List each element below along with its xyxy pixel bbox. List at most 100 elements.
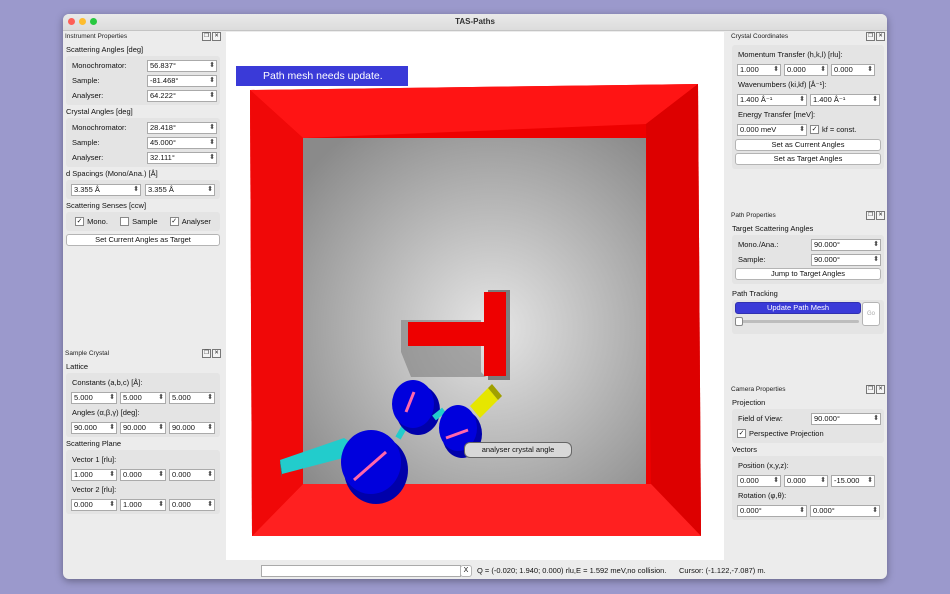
dock-title: Instrument Properties ❐ ✕ [63, 31, 223, 43]
crystal-coords-group: Momentum Transfer (h,k,l) [rlu]: 1.000 0… [732, 45, 884, 169]
float-icon[interactable]: ❐ [202, 349, 211, 358]
mono-label: Monochromator: [72, 61, 127, 70]
perspective-checkbox[interactable]: ✓ Perspective Projection [735, 429, 824, 438]
cam-y-input[interactable]: 0.000 [784, 474, 828, 487]
lattice-c-input[interactable]: 5.000 [169, 391, 215, 404]
sense-sample-label: Sample [132, 217, 158, 226]
float-icon[interactable]: ❐ [202, 32, 211, 41]
status-bar: X Q = (-0.020; 1.940; 0.000) rlu,E = 1.5… [63, 562, 887, 579]
mono-ana-label: Mono./Ana.: [738, 240, 779, 249]
jump-to-target-button[interactable]: Jump to Target Angles [735, 268, 881, 280]
lattice-gamma-input[interactable]: 90.000 [169, 421, 215, 434]
vec1-y-input[interactable]: 0.000 [120, 468, 166, 481]
set-as-current-angles-button[interactable]: Set as Current Angles [735, 139, 881, 151]
close-icon[interactable]: ✕ [876, 385, 885, 394]
lattice-b-input[interactable]: 5.000 [120, 391, 166, 404]
path-slider-handle[interactable] [735, 317, 743, 326]
analyser-angle-input[interactable]: 64.222° [147, 89, 217, 102]
sense-analyser-label: Analyser [181, 217, 211, 226]
float-icon[interactable]: ❐ [866, 32, 875, 41]
kf-const-checkbox[interactable]: ✓ kf = const. [810, 125, 856, 134]
crystal-mono-input[interactable]: 28.418° [147, 121, 217, 134]
cam-x-input[interactable]: 0.000 [737, 474, 781, 487]
sense-mono-checkbox[interactable]: ✓ Mono. [75, 217, 108, 226]
scattering-angles-title: Scattering Angles [deg] [66, 45, 144, 54]
instrument-3d-view[interactable]: Path mesh needs update. analyser crystal… [226, 32, 724, 560]
cam-phi-input[interactable]: 0.000° [737, 504, 807, 517]
target-sample-label: Sample: [738, 255, 766, 264]
vec2-x-input[interactable]: 0.000 [71, 498, 117, 511]
lattice-a-input[interactable]: 5.000 [71, 391, 117, 404]
position-label: Position (x,y,z): [738, 461, 789, 470]
dock-title: Camera Properties ❐ ✕ [729, 384, 887, 396]
vec2-label: Vector 2 [rlu]: [72, 485, 117, 494]
checkbox-box[interactable]: ✓ [75, 217, 85, 226]
command-input[interactable] [261, 565, 461, 577]
tooltip: analyser crystal angle [464, 442, 572, 458]
scattering-angles-group: Monochromator: 56.837° Sample: -81.468° An… [66, 56, 220, 105]
dock-title-text: Path Properties [731, 212, 776, 219]
plane-group: Vector 1 [rlu]: 1.000 0.000 0.000 Vector… [66, 450, 220, 514]
checkbox-box[interactable]: ✓ [737, 429, 746, 438]
ki-input[interactable]: 1.400 Å⁻¹ [737, 93, 807, 106]
crystal-angles-title: Crystal Angles [deg] [66, 107, 133, 116]
angles-label: Angles (α,β,γ) [deg]: [72, 408, 140, 417]
perspective-label: Perspective Projection [749, 429, 824, 438]
crystal-sample-input[interactable]: 45.000° [147, 136, 217, 149]
d-ana-input[interactable]: 3.355 Å [145, 183, 215, 196]
wavenumbers-label: Wavenumbers (ki,kf) [Å⁻¹]: [738, 80, 827, 89]
set-current-as-target-button[interactable]: Set Current Angles as Target [66, 234, 220, 246]
dock-title-text: Instrument Properties [65, 33, 128, 40]
path-slider-track[interactable] [735, 320, 859, 323]
dock-title-text: Crystal Coordinates [731, 33, 789, 40]
crystal-mono-label: Monochromator: [72, 123, 127, 132]
checkbox-box[interactable]: ✓ [169, 217, 179, 226]
vec1-z-input[interactable]: 0.000 [169, 468, 215, 481]
float-icon[interactable]: ❐ [866, 385, 875, 394]
cam-theta-input[interactable]: 0.000° [810, 504, 880, 517]
mono-angle-input[interactable]: 56.837° [147, 59, 217, 72]
close-icon[interactable]: ✕ [212, 32, 221, 41]
sense-sample-checkbox[interactable]: Sample [120, 217, 158, 226]
close-icon[interactable]: ✕ [876, 32, 885, 41]
sample-angle-input[interactable]: -81.468° [147, 74, 217, 87]
d-mono-input[interactable]: 3.355 Å [71, 183, 141, 196]
dock-title: Crystal Coordinates ❐ ✕ [729, 31, 887, 43]
lattice-beta-input[interactable]: 90.000 [120, 421, 166, 434]
update-path-mesh-button[interactable]: Update Path Mesh [735, 302, 861, 314]
instrument-properties-dock: Instrument Properties ❐ ✕ Scattering Angl… [63, 31, 223, 349]
checkbox-box[interactable]: ✓ [810, 125, 819, 134]
sense-analyser-checkbox[interactable]: ✓ Analyser [169, 217, 211, 226]
lattice-alpha-input[interactable]: 90.000 [71, 421, 117, 434]
crystal-analyser-input[interactable]: 32.111° [147, 151, 217, 164]
target-sample-input[interactable]: 90.000° [811, 253, 881, 266]
sense-mono-label: Mono. [87, 217, 108, 226]
vectors-group: Position (x,y,z): 0.000 0.000 -15.000 Ro… [732, 456, 884, 520]
close-icon[interactable]: ✕ [212, 349, 221, 358]
checkbox-box[interactable] [120, 217, 130, 226]
momentum-label: Momentum Transfer (h,k,l) [rlu]: [738, 50, 843, 59]
kf-const-label: kf = const. [822, 125, 857, 134]
senses-title: Scattering Senses [ccw] [66, 201, 147, 210]
kf-input[interactable]: 1.400 Å⁻¹ [810, 93, 880, 106]
k-input[interactable]: 0.000 [784, 63, 828, 76]
dock-title-text: Sample Crystal [65, 350, 110, 357]
window-title: TAS-Paths [455, 17, 495, 26]
close-icon[interactable]: ✕ [876, 211, 885, 220]
scene-svg[interactable] [226, 32, 724, 560]
vec2-y-input[interactable]: 1.000 [120, 498, 166, 511]
h-input[interactable]: 1.000 [737, 63, 781, 76]
target-mono-ana-input[interactable]: 90.000° [811, 238, 881, 251]
vec2-z-input[interactable]: 0.000 [169, 498, 215, 511]
vec1-x-input[interactable]: 1.000 [71, 468, 117, 481]
mesh-update-banner: Path mesh needs update. [235, 65, 409, 87]
fov-input[interactable]: 90.000° [811, 412, 881, 425]
l-input[interactable]: 0.000 [831, 63, 875, 76]
go-button[interactable]: Go [862, 302, 880, 326]
float-icon[interactable]: ❐ [866, 211, 875, 220]
cam-z-input[interactable]: -15.000 [831, 474, 875, 487]
clear-button[interactable]: X [460, 565, 472, 577]
energy-input[interactable]: 0.000 meV [737, 123, 807, 136]
set-as-target-angles-button[interactable]: Set as Target Angles [735, 153, 881, 165]
lattice-title: Lattice [66, 362, 89, 371]
